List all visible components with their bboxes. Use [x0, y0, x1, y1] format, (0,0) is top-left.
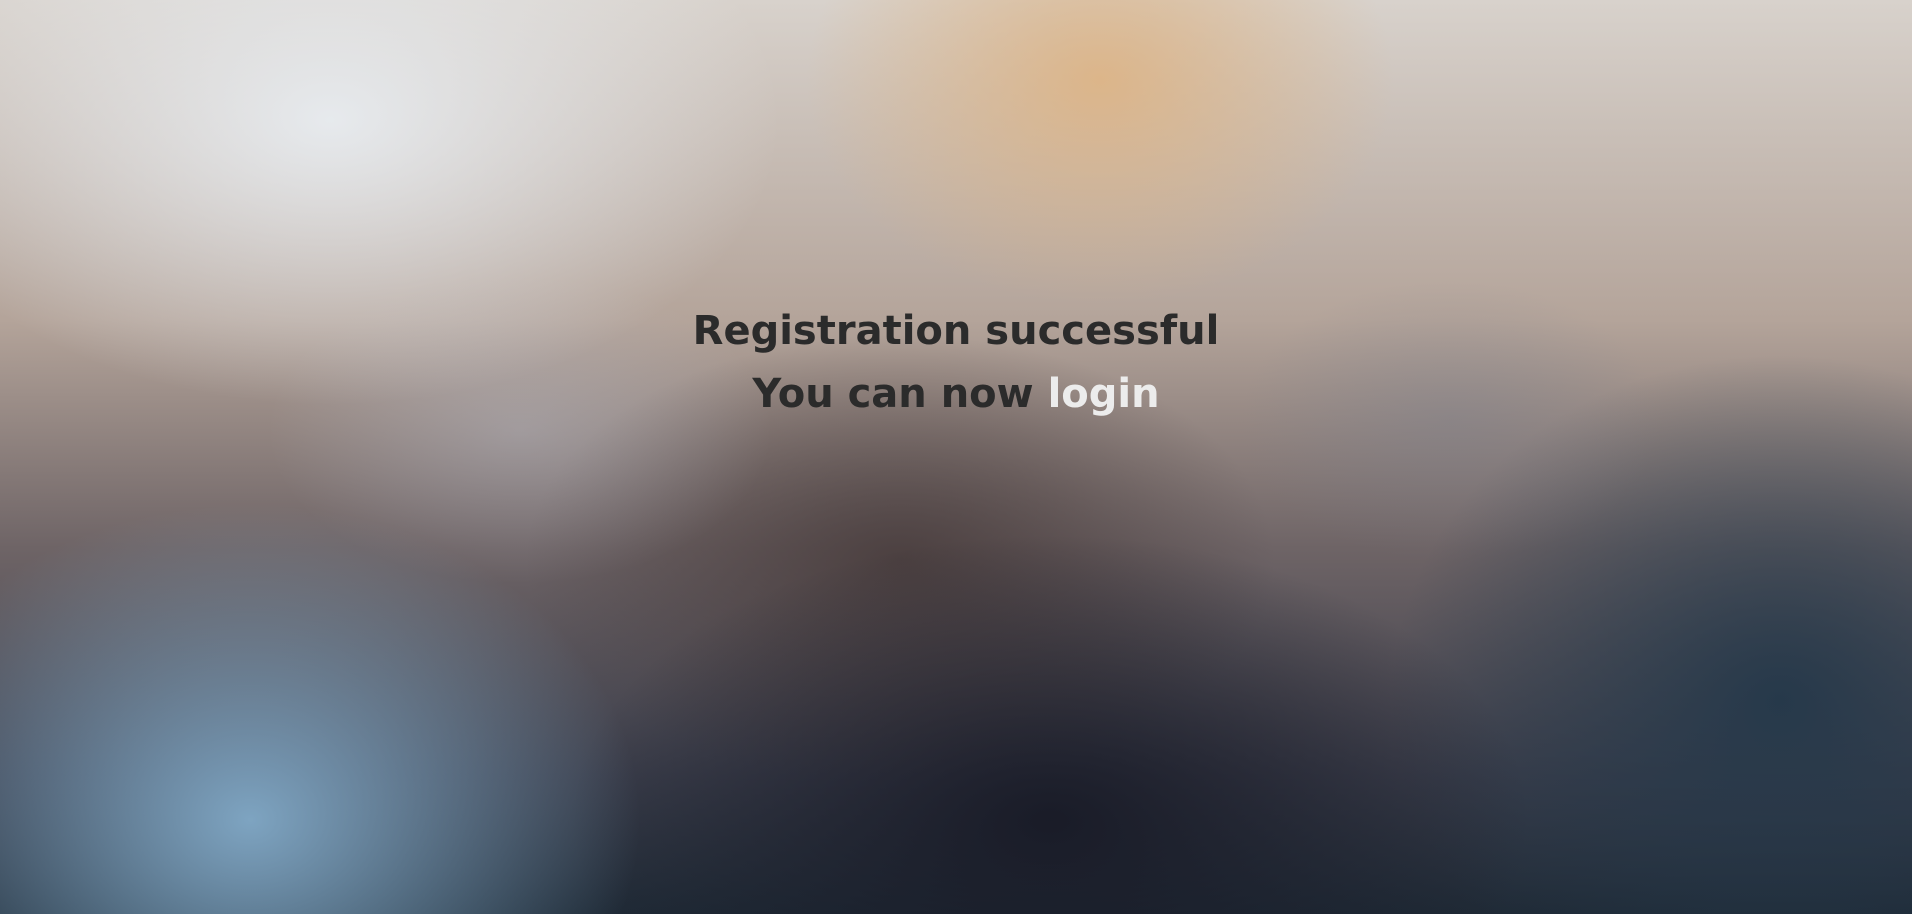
background-image: [0, 0, 1912, 914]
registration-message: Registration successful You can now logi…: [0, 300, 1912, 426]
login-link[interactable]: login: [1048, 371, 1160, 417]
registration-success-title: Registration successful: [692, 308, 1220, 354]
login-prompt-text: You can now: [752, 371, 1034, 417]
login-prompt: You can now login: [0, 363, 1912, 426]
